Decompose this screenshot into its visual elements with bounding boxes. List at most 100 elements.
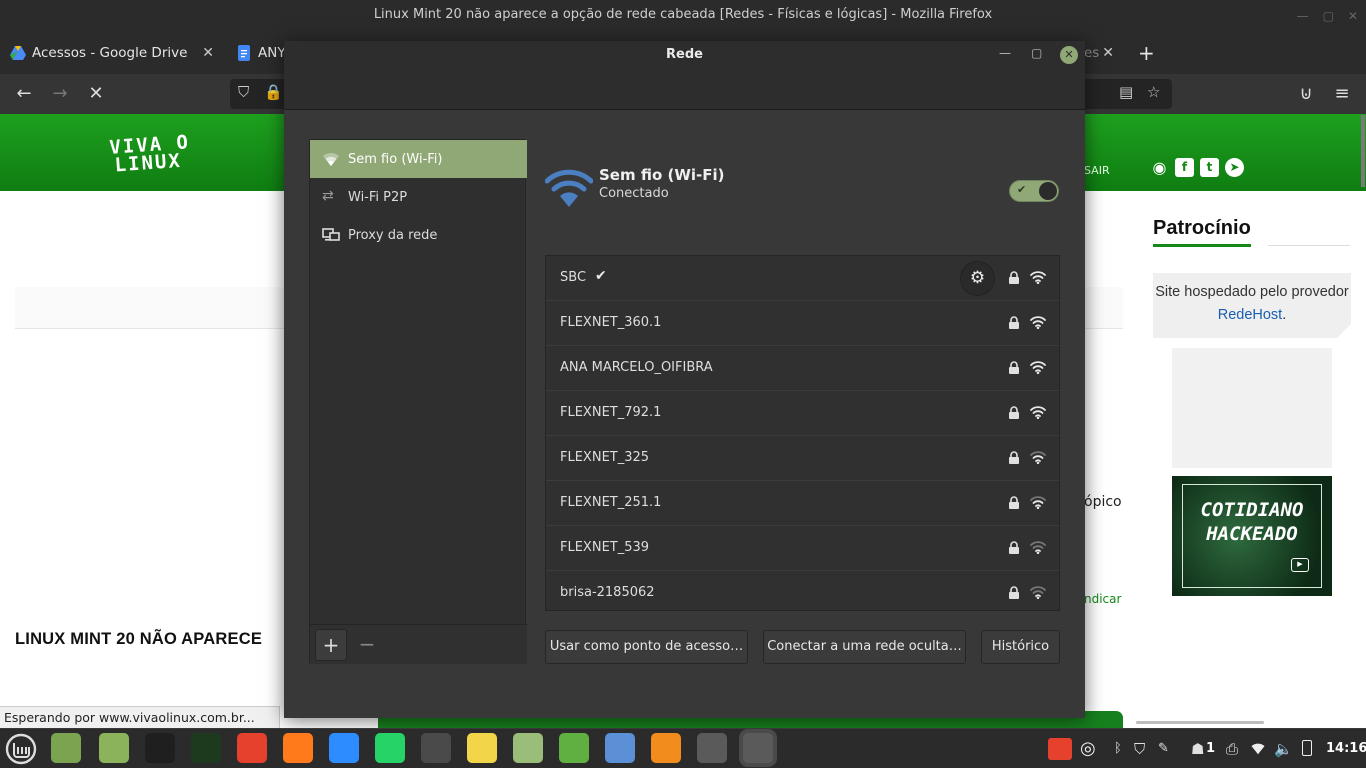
signal-strength-icon <box>1030 496 1046 509</box>
whatsapp-tray-icon[interactable]: ◎ <box>1080 729 1096 768</box>
shield-icon[interactable]: ⛉ <box>1134 729 1145 768</box>
network-row[interactable]: FLEXNET_539 <box>546 526 1059 571</box>
reader-view-icon[interactable]: ▤ <box>1119 83 1133 101</box>
dialog-title: Rede <box>666 47 703 62</box>
sponsor-link[interactable]: RedeHost <box>1218 307 1282 323</box>
google-drive-icon <box>10 46 26 60</box>
indicate-link[interactable]: ndicar <box>1084 592 1121 606</box>
bookmark-star-icon[interactable]: ☆ <box>1147 83 1160 101</box>
connection-status: Conectado <box>599 186 669 201</box>
network-row[interactable]: FLEXNET_325 <box>546 436 1059 481</box>
maximize-icon[interactable]: ▢ <box>1323 1 1334 31</box>
whatsapp-icon[interactable] <box>375 733 405 763</box>
tab-active-edge[interactable]: es ✕ <box>1080 37 1120 69</box>
close-icon[interactable]: ✕ <box>1060 46 1078 64</box>
new-tab-button[interactable]: + <box>1134 37 1158 69</box>
notification-count: 1 <box>1206 741 1216 756</box>
sidebar-item-proxy[interactable]: Proxy da rede <box>310 216 527 254</box>
stop-icon[interactable]: ✕ <box>84 82 108 106</box>
volume-icon[interactable]: 🔈 <box>1274 729 1293 768</box>
telegram-icon[interactable]: ➤ <box>1225 158 1244 177</box>
pocket-icon[interactable]: ⊍ <box>1294 82 1318 106</box>
rss-icon[interactable]: ◉ <box>1150 158 1169 177</box>
maximize-icon[interactable]: ▢ <box>1031 46 1042 60</box>
system-monitor-icon[interactable] <box>191 733 221 763</box>
sticky-notes-icon[interactable] <box>467 733 497 763</box>
sidebar-toolbar: + − <box>310 624 527 664</box>
sidebar-item-wifi[interactable]: Sem fio (Wi-Fi) <box>310 140 527 178</box>
minimize-icon[interactable]: — <box>1297 1 1309 31</box>
wifi-toggle[interactable]: ✔ <box>1009 180 1059 202</box>
wifi-icon <box>323 152 339 166</box>
signal-strength-icon <box>1030 271 1046 284</box>
logout-link[interactable]: SAIR <box>1084 164 1110 177</box>
network-name: ANA MARCELO_OIFIBRA <box>560 360 713 375</box>
network-name: SBC <box>560 270 587 285</box>
add-connection-button[interactable]: + <box>315 629 347 661</box>
vertical-scrollbar[interactable] <box>1361 115 1365 187</box>
close-icon[interactable]: ✕ <box>1348 1 1358 31</box>
network-row[interactable]: SBC ✔ ⚙ <box>546 256 1059 301</box>
ad-line-1: COTIDIANO <box>1200 499 1304 521</box>
lock-icon <box>1009 451 1019 464</box>
remove-connection-button[interactable]: − <box>351 629 383 661</box>
mail-icon[interactable] <box>605 733 635 763</box>
firefox-icon[interactable] <box>283 733 313 763</box>
network-icon[interactable] <box>697 733 727 763</box>
zoom-icon[interactable] <box>329 733 359 763</box>
ad-line-2: HACKEADO <box>1206 523 1298 545</box>
network-settings-button[interactable]: ⚙ <box>960 261 995 296</box>
p2p-arrows-icon: ⇄ <box>322 188 334 204</box>
back-icon[interactable]: ← <box>12 82 36 106</box>
fold-corner <box>1337 324 1351 338</box>
tab-google-drive[interactable]: Acessos - Google Drive ✕ <box>0 37 222 69</box>
chip-icon[interactable] <box>559 733 589 763</box>
ad-placeholder[interactable] <box>1172 348 1332 468</box>
menu-icon[interactable]: ≡ <box>1330 82 1354 106</box>
slides-icon[interactable] <box>651 733 681 763</box>
facebook-icon[interactable]: f <box>1175 158 1194 177</box>
network-row[interactable]: FLEXNET_792.1 <box>546 391 1059 436</box>
hidden-network-button[interactable]: Conectar a uma rede oculta… <box>763 630 966 664</box>
bluetooth-icon[interactable]: ᛒ <box>1114 729 1122 768</box>
ad-banner[interactable]: COTIDIANO HACKEADO ▶ <box>1172 476 1332 596</box>
update-icon[interactable]: ✎ <box>1158 729 1169 768</box>
anydesk-tray-icon[interactable] <box>1048 738 1072 760</box>
tab-close-icon[interactable]: ✕ <box>202 45 214 61</box>
tab-any[interactable]: ANY <box>226 37 286 69</box>
network-row[interactable]: FLEXNET_360.1 <box>546 301 1059 346</box>
anydesk-icon[interactable] <box>237 733 267 763</box>
lock-icon[interactable]: 🔒 <box>264 83 283 101</box>
network-row[interactable]: FLEXNET_251.1 <box>546 481 1059 526</box>
history-button[interactable]: Histórico <box>981 630 1060 664</box>
files-icon[interactable] <box>51 733 81 763</box>
clock[interactable]: 14:16 <box>1326 729 1366 768</box>
new-tab-label: + <box>1138 41 1155 65</box>
lock-icon <box>1009 406 1019 419</box>
hotspot-button[interactable]: Usar como ponto de acesso… <box>545 630 748 664</box>
sidebar-item-p2p[interactable]: ⇄ Wi-Fi P2P <box>310 178 527 216</box>
notifications-icon[interactable]: ☗ <box>1191 729 1204 768</box>
tab-close-icon[interactable]: ✕ <box>1102 45 1114 61</box>
forward-icon[interactable]: → <box>48 82 72 106</box>
sublime-icon[interactable] <box>421 733 451 763</box>
settings-toggle-icon[interactable] <box>513 733 543 763</box>
mint-menu-icon[interactable] <box>5 733 37 765</box>
printer-icon[interactable]: ⎙ <box>1226 729 1238 768</box>
twitter-icon[interactable]: t <box>1200 158 1219 177</box>
horizontal-scrollbar[interactable] <box>1136 721 1264 724</box>
site-logo[interactable]: VIVA O LINUX <box>109 131 192 176</box>
wifi-icon[interactable] <box>1250 742 1266 755</box>
shield-icon[interactable]: ⛉ <box>238 83 249 101</box>
sponsor-heading: Patrocínio <box>1153 217 1251 247</box>
network-name: FLEXNET_539 <box>560 540 650 555</box>
network-row[interactable]: brisa-2185062 <box>546 571 1059 610</box>
terminal-icon[interactable] <box>145 733 175 763</box>
files-icon[interactable] <box>99 733 129 763</box>
minimize-icon[interactable]: — <box>999 46 1011 60</box>
signal-strength-icon <box>1030 316 1046 329</box>
topic-link[interactable]: ópico <box>1084 494 1122 510</box>
battery-icon[interactable] <box>1302 740 1312 756</box>
network-row[interactable]: ANA MARCELO_OIFIBRA <box>546 346 1059 391</box>
network-icon[interactable] <box>743 733 773 763</box>
